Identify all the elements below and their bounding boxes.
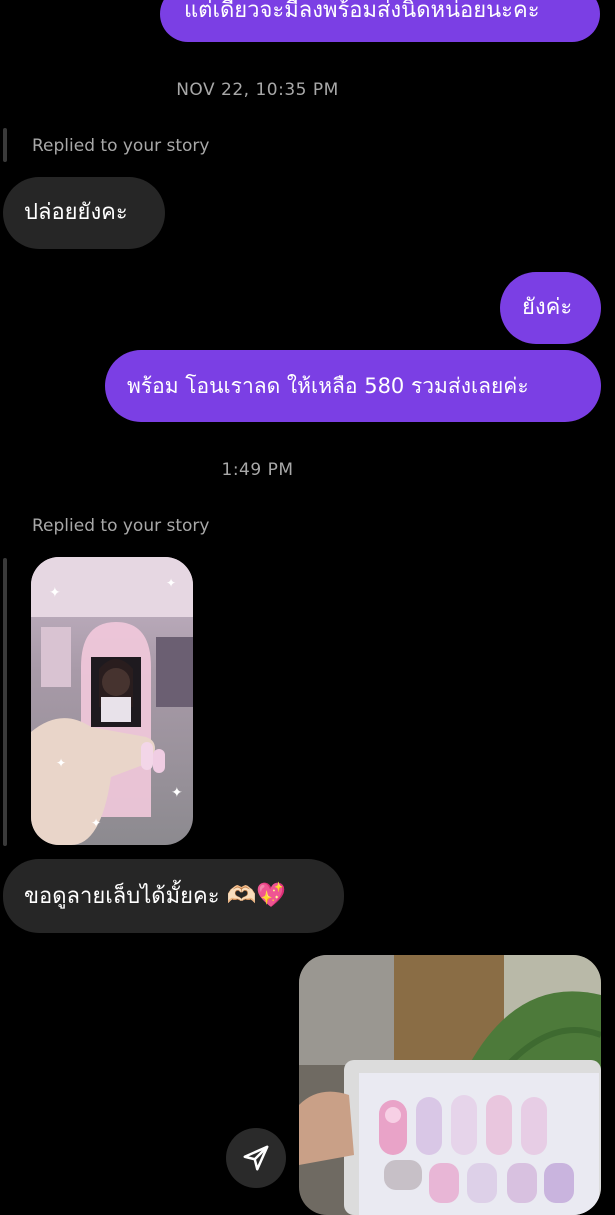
reply-label: Replied to your story bbox=[32, 516, 210, 536]
reply-label: Replied to your story bbox=[32, 136, 210, 156]
send-button[interactable] bbox=[226, 1128, 286, 1188]
message-bubble-incoming[interactable]: ปล่อยยังคะ bbox=[3, 177, 165, 249]
reply-indicator-bar bbox=[3, 128, 7, 162]
message-text: พร้อม โอนเราลด ให้เหลือ 580 รวมส่งเลยค่ะ bbox=[127, 374, 529, 398]
reply-indicator-bar bbox=[3, 558, 7, 846]
svg-text:✦: ✦ bbox=[56, 756, 66, 770]
svg-text:✦: ✦ bbox=[91, 816, 101, 830]
timestamp: NOV 22, 10:35 PM bbox=[176, 80, 339, 100]
message-bubble-incoming[interactable]: ขอดูลายเล็บได้มั้ยคะ 🫶🏻💖 bbox=[3, 859, 344, 933]
svg-text:✦: ✦ bbox=[171, 785, 183, 801]
message-bubble-outgoing[interactable]: ยังค่ะ bbox=[500, 272, 601, 344]
message-text: ขอดูลายเล็บได้มั้ยคะ bbox=[24, 884, 220, 909]
message-text: ปล่อยยังคะ bbox=[24, 200, 128, 225]
story-thumbnail[interactable]: ✦ ✦ ✦ ✦ ✦ bbox=[31, 557, 193, 845]
timestamp: 1:49 PM bbox=[221, 460, 294, 480]
nail-set-photo bbox=[299, 955, 601, 1215]
message-bubble-outgoing[interactable]: พร้อม โอนเราลด ให้เหลือ 580 รวมส่งเลยค่ะ bbox=[105, 350, 601, 422]
paper-plane-icon bbox=[243, 1145, 269, 1171]
svg-text:✦: ✦ bbox=[166, 576, 176, 590]
message-text: ยังค่ะ bbox=[522, 295, 573, 320]
message-emoji: 🫶🏻💖 bbox=[226, 881, 287, 909]
message-bubble-outgoing[interactable]: แต่เดี๋ยวจะมีลงพร้อมส่งนิดหน่อยนะคะ bbox=[160, 0, 600, 42]
svg-text:✦: ✦ bbox=[49, 585, 61, 601]
story-image: ✦ ✦ ✦ ✦ ✦ bbox=[31, 557, 193, 845]
message-text: แต่เดี๋ยวจะมีลงพร้อมส่งนิดหน่อยนะคะ bbox=[184, 0, 540, 23]
outgoing-photo[interactable] bbox=[299, 955, 601, 1215]
